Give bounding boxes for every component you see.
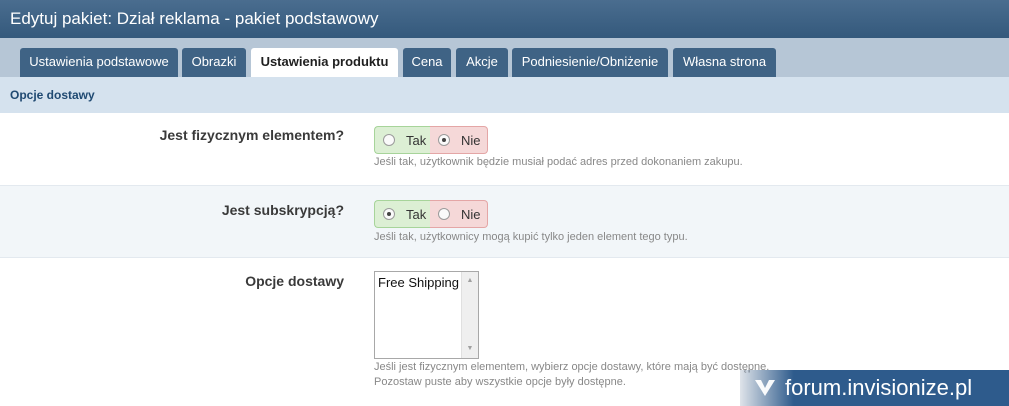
section-header-shipping: Opcje dostawy (0, 77, 1009, 113)
watermark-logo-icon (755, 380, 775, 396)
shipping-help-line2: Pozostaw puste aby wszystkie opcje były … (374, 376, 626, 388)
subscription-yes-label: Tak (406, 206, 427, 222)
scroll-up-arrow-icon[interactable]: ▲ (462, 274, 478, 288)
watermark: forum.invisionize.pl (740, 370, 1009, 406)
scroll-down-arrow-icon[interactable]: ▼ (462, 342, 478, 356)
shipping-options-label: Opcje dostawy (245, 273, 344, 289)
subscription-label: Jest subskrypcją? (221, 202, 344, 218)
subscription-help: Jeśli tak, użytkownicy mogą kupić tylko … (374, 231, 688, 243)
tab-actions[interactable]: Akcje (456, 48, 508, 77)
row-subscription: Jest subskrypcją? Tak Nie Jeśli tak, uży… (0, 185, 1009, 258)
subscription-no-radio[interactable] (438, 208, 450, 220)
physical-no-label: Nie (461, 132, 481, 148)
tab-upgrade-downgrade[interactable]: Podniesienie/Obniżenie (512, 48, 668, 77)
physical-no-option[interactable]: Nie (430, 126, 488, 154)
subscription-yesno: Tak Nie (374, 200, 488, 228)
shipping-option-free[interactable]: Free Shipping (378, 275, 459, 290)
physical-yes-label: Tak (406, 132, 427, 148)
tab-price[interactable]: Cena (403, 48, 451, 77)
tab-custom-page[interactable]: Własna strona (673, 48, 776, 77)
physical-yes-option[interactable]: Tak (374, 126, 430, 154)
physical-no-radio[interactable] (438, 134, 450, 146)
subscription-yes-radio[interactable] (383, 208, 395, 220)
page-title: Edytuj pakiet: Dział reklama - pakiet po… (0, 0, 1009, 38)
physical-yes-radio[interactable] (383, 134, 395, 146)
tab-bar: Ustawienia podstawowe Obrazki Ustawienia… (0, 38, 1009, 77)
subscription-yes-option[interactable]: Tak (374, 200, 430, 228)
subscription-no-option[interactable]: Nie (430, 200, 488, 228)
physical-item-help: Jeśli tak, użytkownik będzie musiał poda… (374, 156, 743, 168)
shipping-options-listbox[interactable]: Free Shipping ▲ ▼ (374, 271, 479, 359)
tab-product-settings[interactable]: Ustawienia produktu (251, 48, 398, 77)
tab-basic-settings[interactable]: Ustawienia podstawowe (20, 48, 178, 77)
row-physical-item: Jest fizycznym elementem? Tak Nie Jeśli … (0, 113, 1009, 185)
physical-item-label: Jest fizycznym elementem? (159, 127, 344, 143)
listbox-scrollbar[interactable]: ▲ ▼ (461, 272, 478, 358)
tab-images[interactable]: Obrazki (182, 48, 246, 77)
watermark-text: forum.invisionize.pl (785, 375, 973, 400)
physical-item-yesno: Tak Nie (374, 126, 488, 154)
shipping-help-line1: Jeśli jest fizycznym elementem, wybierz … (374, 361, 770, 373)
subscription-no-label: Nie (461, 206, 481, 222)
